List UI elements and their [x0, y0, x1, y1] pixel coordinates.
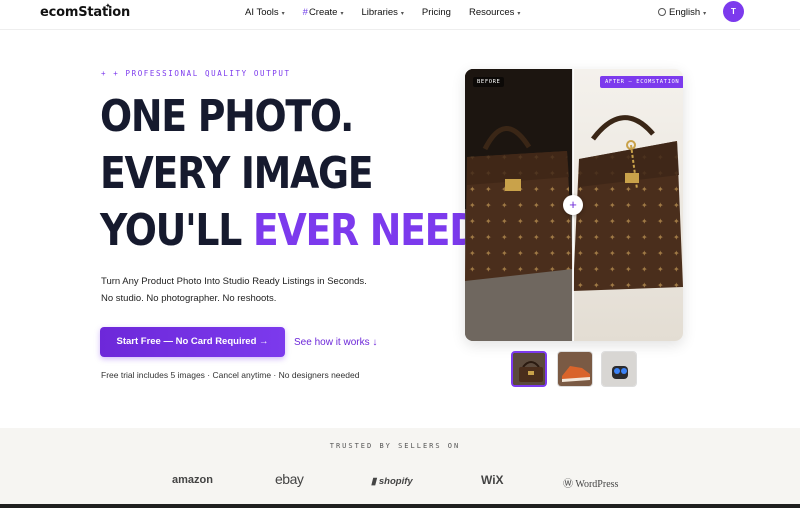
language-label: English [669, 7, 701, 18]
see-how-it-works-link[interactable]: See how it works ↓ [294, 337, 377, 348]
trusted-by-label: TRUSTED BY SELLERS ON [329, 442, 461, 450]
bottom-edge [0, 504, 800, 508]
slider-handle-plus-icon[interactable]: + [563, 195, 583, 215]
avatar[interactable]: T [723, 1, 744, 22]
after-image [573, 69, 683, 341]
logo[interactable]: ecomStation [40, 5, 130, 20]
headline-line-1: ONE PHOTO. [100, 91, 354, 142]
earbuds-thumbnail-icon [602, 352, 636, 386]
chevron-down-icon: ▾ [400, 11, 404, 17]
globe-icon [658, 8, 666, 16]
before-badge: BEFORE [473, 77, 505, 87]
shopify-label: shopify [378, 476, 413, 487]
shopify-bag-icon: ▮ [371, 476, 377, 487]
thumbnail-earbuds[interactable] [601, 351, 637, 387]
wix-logo: WiX [481, 473, 504, 487]
chevron-down-icon: ▾ [517, 11, 521, 17]
chevron-down-icon: ▾ [281, 11, 285, 17]
nav-item-resources[interactable]: Resources ▾ [469, 7, 520, 18]
hero-headline: ONE PHOTO. EVERY IMAGE YOU'LL EVER NEED. [100, 88, 494, 259]
chevron-down-icon: ▾ [340, 11, 344, 17]
sneaker-thumbnail-icon [558, 352, 592, 386]
nav-item-create[interactable]: #Create ▾ [303, 7, 344, 18]
thumbnail-sneaker[interactable] [557, 351, 593, 387]
nav-item-ai-tools[interactable]: AI Tools ▾ [245, 7, 285, 18]
nav-item-pricing[interactable]: Pricing [422, 7, 451, 18]
handbag-before-illustration: ✦ [465, 69, 573, 341]
shopify-logo: ▮ shopify [371, 476, 413, 487]
after-badge: AFTER — ECOMSTATION [600, 76, 683, 88]
top-nav: ecomStation ✦ AI Tools ▾ #Create ▾ Librari… [0, 0, 800, 30]
headline-line-3-plain: YOU'LL [100, 205, 253, 256]
eyebrow-tagline: + + PROFESSIONAL QUALITY OUTPUT [101, 69, 291, 78]
wordpress-logo: Ⓦ WordPress [563, 475, 618, 490]
before-image: ✦ [465, 69, 573, 341]
hash-icon: # [302, 7, 308, 18]
handbag-after-illustration [573, 115, 683, 291]
nav-item-label: AI Tools [245, 7, 279, 18]
nav-item-label: Libraries [361, 7, 398, 18]
trusted-by-section [0, 428, 800, 508]
amazon-logo: amazon [172, 474, 213, 486]
nav-item-label: Resources [468, 7, 515, 18]
start-free-button[interactable]: Start Free — No Card Required → [100, 327, 285, 357]
headline-line-3: YOU'LL EVER NEED. [100, 202, 494, 259]
nav-item-label: Create [308, 7, 338, 18]
nav-menu: AI Tools ▾ #Create ▾ Libraries ▾ Pricing Re… [245, 7, 538, 18]
before-after-comparison[interactable]: ✦ + BEFORE AFTER — ECOMSTATION [465, 69, 683, 341]
ebay-logo: ebay [275, 471, 304, 487]
language-selector[interactable]: English ▾ [658, 7, 706, 18]
wordpress-icon: Ⓦ [563, 479, 573, 490]
headline-accent: EVER NEED. [252, 205, 494, 256]
chevron-down-icon: ▾ [703, 11, 707, 17]
nav-item-libraries[interactable]: Libraries ▾ [361, 7, 403, 18]
logo-spark-icon: ✦ [105, 3, 111, 10]
trial-fineprint: Free trial includes 5 images · Cancel an… [101, 370, 360, 380]
headline-line-2: EVERY IMAGE [100, 148, 374, 199]
wordpress-label: WordPress [575, 479, 619, 490]
thumbnail-handbag[interactable] [511, 351, 547, 387]
handbag-thumbnail-icon [513, 353, 545, 385]
hero-subtitle: Turn Any Product Photo Into Studio Ready… [101, 276, 367, 287]
hero-subtitle-secondary: No studio. No photographer. No reshoots. [101, 293, 277, 304]
nav-item-label: Pricing [421, 7, 451, 18]
